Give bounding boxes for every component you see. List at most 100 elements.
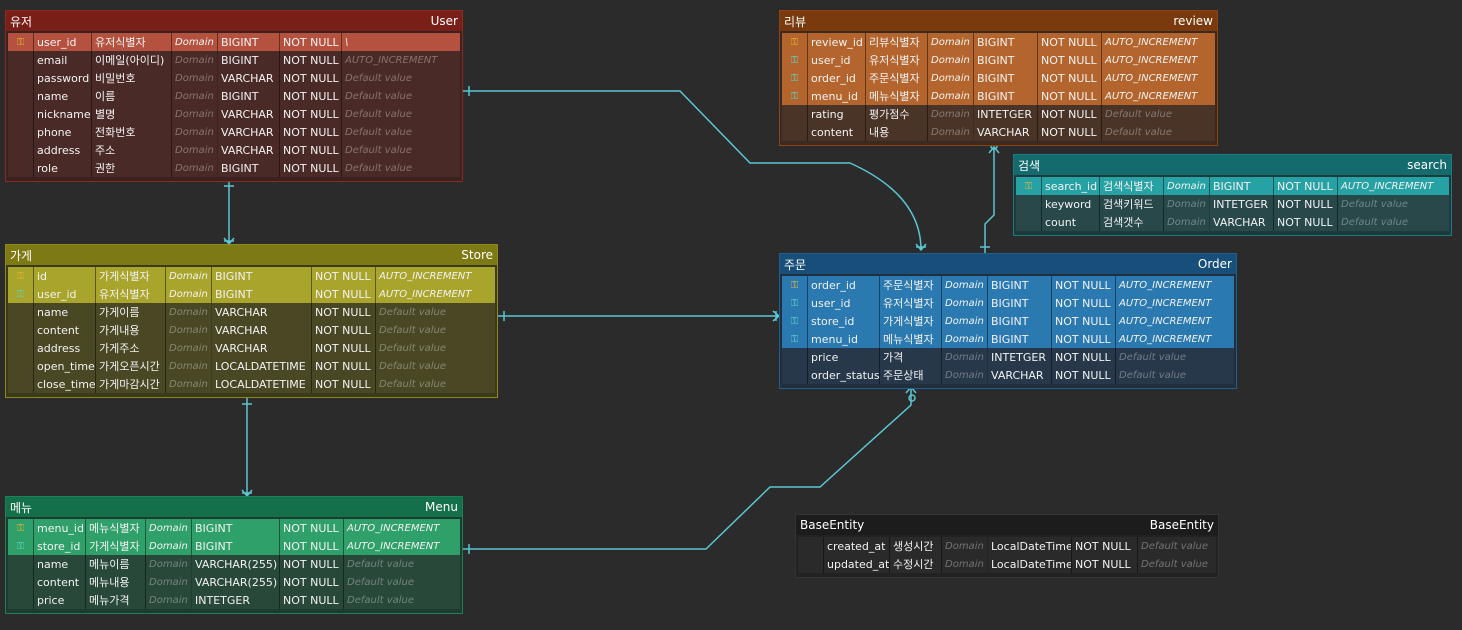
entity-logical-name: BaseEntity [800, 518, 865, 532]
entity-search[interactable]: 검색 search ⚿ search_id 검색식별자 Domain BIGINT NOT N… [1013, 154, 1452, 236]
entity-base[interactable]: BaseEntity BaseEntity created_at 생성시간 Domain… [795, 514, 1219, 578]
column-name: menu_id [808, 330, 880, 348]
column-logical-name: 검색식별자 [1100, 177, 1164, 195]
entity-header: 리뷰 review [780, 11, 1217, 31]
column-default: Default value [345, 72, 413, 84]
column-domain: Domain [172, 51, 218, 69]
entity-body: ⚿ menu_id 메뉴식별자 Domain BIGINT NOT NULL AUTO_IN… [6, 517, 462, 613]
column-row[interactable]: ⚿ store_id 가게식별자 Domain BIGINT NOT NULL AUTO_I… [782, 312, 1234, 330]
column-default: Default value [347, 558, 415, 570]
column-row[interactable]: updated_at 수정시간 Domain LocalDateTime NOT NUL… [798, 555, 1216, 573]
column-type: VARCHAR [218, 141, 280, 159]
column-row[interactable]: name 메뉴이름 Domain VARCHAR(255) NOT NULL Defaul… [8, 555, 460, 573]
column-row[interactable]: address 가게주소 Domain VARCHAR NOT NULL Default … [8, 339, 495, 357]
column-row[interactable]: created_at 생성시간 Domain LocalDateTime NOT NUL… [798, 537, 1216, 555]
column-logical-name: 비밀번호 [92, 69, 172, 87]
column-row[interactable]: ⚿ user_id 유저식별자 Domain BIGINT NOT NULL AUTO_IN… [782, 51, 1215, 69]
column-logical-name: 전화번호 [92, 123, 172, 141]
key-cell [8, 591, 34, 609]
column-name: nickname [34, 105, 92, 123]
column-row[interactable]: open_time 가게오픈시간 Domain LOCALDATETIME NOT NU… [8, 357, 495, 375]
column-row[interactable]: order_status 주문상태 Domain VARCHAR NOT NULL Def… [782, 366, 1234, 384]
column-default: AUTO_INCREMENT [347, 522, 440, 534]
column-row[interactable]: ⚿ order_id 주문식별자 Domain BIGINT NOT NULL AUTO_I… [782, 276, 1234, 294]
column-type: LOCALDATETIME [212, 375, 312, 393]
column-null: NOT NULL [1052, 366, 1116, 384]
column-default: AUTO_INCREMENT [1341, 180, 1434, 192]
column-null: NOT NULL [1038, 33, 1102, 51]
column-logical-name: 유저식별자 [96, 285, 166, 303]
key-cell [8, 573, 34, 591]
column-name: order_id [808, 69, 866, 87]
column-row[interactable]: ⚿ user_id 유저식별자 Domain BIGINT NOT NULL AUTO_IN… [782, 294, 1234, 312]
column-row[interactable]: address 주소 Domain VARCHAR NOT NULL Default va… [8, 141, 460, 159]
column-type: BIGINT [192, 519, 280, 537]
column-logical-name: 가게내용 [96, 321, 166, 339]
column-row[interactable]: ⚿ id 가게식별자 Domain BIGINT NOT NULL AUTO_INCREME… [8, 267, 495, 285]
column-row[interactable]: phone 전화번호 Domain VARCHAR NOT NULL Default va… [8, 123, 460, 141]
column-logical-name: 메뉴식별자 [866, 87, 928, 105]
column-row[interactable]: ⚿ menu_id 메뉴식별자 Domain BIGINT NOT NULL AUTO_IN… [782, 87, 1215, 105]
key-cell: ⚿ [782, 69, 808, 87]
column-row[interactable]: price 가격 Domain INTETGER NOT NULL Default val… [782, 348, 1234, 366]
column-type: INTETGER [974, 105, 1038, 123]
column-null: NOT NULL [280, 33, 342, 51]
foreign-key-icon: ⚿ [790, 90, 799, 102]
column-domain: Domain [146, 555, 192, 573]
column-row[interactable]: rating 평가점수 Domain INTETGER NOT NULL Default … [782, 105, 1215, 123]
entity-order[interactable]: 주문 Order ⚿ order_id 주문식별자 Domain BIGINT NOT NUL… [779, 253, 1237, 389]
column-type: VARCHAR [218, 105, 280, 123]
key-cell [798, 537, 824, 555]
entity-menu[interactable]: 메뉴 Menu ⚿ menu_id 메뉴식별자 Domain BIGINT NOT NULL A… [5, 496, 463, 614]
column-row[interactable]: content 내용 Domain VARCHAR NOT NULL Default va… [782, 123, 1215, 141]
column-row[interactable]: nickname 별명 Domain VARCHAR NOT NULL Default v… [8, 105, 460, 123]
column-name: user_id [34, 33, 92, 51]
entity-review[interactable]: 리뷰 review ⚿ review_id 리뷰식별자 Domain BIGINT NOT N… [779, 10, 1218, 146]
column-row[interactable]: ⚿ user_id 유저식별자 Domain BIGINT NOT NULL \ [8, 33, 460, 51]
column-row[interactable]: count 검색갯수 Domain VARCHAR NOT NULL Default va… [1016, 213, 1449, 231]
column-row[interactable]: email 이메일(아이디) Domain BIGINT NOT NULL AUTO_IN… [8, 51, 460, 69]
key-cell [8, 375, 34, 393]
column-row[interactable]: ⚿ search_id 검색식별자 Domain BIGINT NOT NULL AUTO_… [1016, 177, 1449, 195]
column-name: close_time [34, 375, 96, 393]
column-row[interactable]: password 비밀번호 Domain VARCHAR NOT NULL Default… [8, 69, 460, 87]
column-name: name [34, 87, 92, 105]
column-row[interactable]: ⚿ review_id 리뷰식별자 Domain BIGINT NOT NULL AUTO_… [782, 33, 1215, 51]
column-type: BIGINT [1210, 177, 1274, 195]
column-row[interactable]: price 메뉴가격 Domain INTETGER NOT NULL Default v… [8, 591, 460, 609]
column-row[interactable]: ⚿ order_id 주문식별자 Domain BIGINT NOT NULL AUTO_I… [782, 69, 1215, 87]
column-domain: Domain [928, 69, 974, 87]
entity-logical-name: 주문 [784, 257, 807, 272]
column-row[interactable]: name 이름 Domain BIGINT NOT NULL Default value [8, 87, 460, 105]
entity-user[interactable]: 유저 User ⚿ user_id 유저식별자 Domain BIGINT NOT NULL \… [5, 10, 463, 182]
entity-header: 메뉴 Menu [6, 497, 462, 517]
column-row[interactable]: content 메뉴내용 Domain VARCHAR(255) NOT NULL Def… [8, 573, 460, 591]
key-cell: ⚿ [8, 267, 34, 285]
column-domain: Domain [166, 375, 212, 393]
column-type: VARCHAR [988, 366, 1052, 384]
column-null: NOT NULL [280, 519, 344, 537]
column-logical-name: 유저식별자 [866, 51, 928, 69]
column-row[interactable]: ⚿ store_id 가게식별자 Domain BIGINT NOT NULL AUTO_I… [8, 537, 460, 555]
column-row[interactable]: role 권한 Domain BIGINT NOT NULL Default value [8, 159, 460, 177]
key-cell [8, 321, 34, 339]
column-row[interactable]: ⚿ menu_id 메뉴식별자 Domain BIGINT NOT NULL AUTO_IN… [8, 519, 460, 537]
column-name: email [34, 51, 92, 69]
column-name: id [34, 267, 96, 285]
column-default: AUTO_INCREMENT [1105, 36, 1198, 48]
key-cell: ⚿ [782, 312, 808, 330]
column-default: AUTO_INCREMENT [345, 54, 438, 66]
column-row[interactable]: name 가게이름 Domain VARCHAR NOT NULL Default val… [8, 303, 495, 321]
column-row[interactable]: close_time 가게마감시간 Domain LOCALDATETIME NOT N… [8, 375, 495, 393]
column-row[interactable]: ⚿ user_id 유저식별자 Domain BIGINT NOT NULL AUTO_IN… [8, 285, 495, 303]
key-cell: ⚿ [782, 87, 808, 105]
column-domain: Domain [166, 339, 212, 357]
entity-store[interactable]: 가게 Store ⚿ id 가게식별자 Domain BIGINT NOT NULL AUTO_… [5, 244, 498, 398]
column-domain: Domain [146, 519, 192, 537]
column-domain: Domain [942, 348, 988, 366]
key-cell: ⚿ [782, 294, 808, 312]
column-row[interactable]: content 가게내용 Domain VARCHAR NOT NULL Default … [8, 321, 495, 339]
column-default: Default value [1119, 369, 1187, 381]
column-row[interactable]: ⚿ menu_id 메뉴식별자 Domain BIGINT NOT NULL AUTO_IN… [782, 330, 1234, 348]
column-row[interactable]: keyword 검색키워드 Domain INTETGER NOT NULL Defaul… [1016, 195, 1449, 213]
